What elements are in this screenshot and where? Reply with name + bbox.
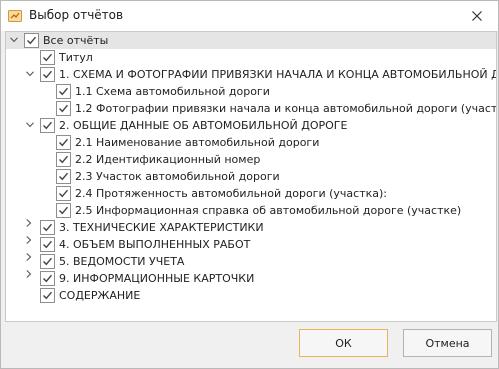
checkmark-icon [43,70,53,79]
tree-item-checkbox[interactable] [40,118,55,133]
chevron-right-icon[interactable] [24,219,36,236]
tree-item-label: 1.1 Схема автомобильной дороги [75,85,270,98]
tree-item-label: 1.2 Фотографии привязки начала и конца а… [75,102,497,115]
checkmark-icon [59,189,69,198]
tree-item[interactable]: СОДЕРЖАНИЕ [6,287,496,304]
tree-item-checkbox[interactable] [56,186,71,201]
checkmark-icon [43,223,53,232]
tree-item-label: 2.4 Протяженность автомобильной дороги (… [75,187,387,200]
tree-item[interactable]: 1. СХЕМА И ФОТОГРАФИИ ПРИВЯЗКИ НАЧАЛА И … [6,66,496,83]
title-bar: Выбор отчётов [1,1,498,31]
tree-item[interactable]: 5. ВЕДОМОСТИ УЧЕТА [6,253,496,270]
close-button[interactable] [459,2,495,30]
window-title: Выбор отчётов [29,8,124,22]
checkmark-icon [59,155,69,164]
tree-item-label: СОДЕРЖАНИЕ [59,289,141,302]
tree-item[interactable]: Все отчёты [6,32,496,49]
tree-item[interactable]: 9. ИНФОРМАЦИОННЫЕ КАРТОЧКИ [6,270,496,287]
tree-item[interactable]: 2.3 Участок автомобильной дороги [6,168,496,185]
tree-item[interactable]: Титул [6,49,496,66]
reports-tree[interactable]: Все отчёты Титул 1. СХЕМА И ФОТОГРАФИИ ПРИ… [5,31,497,322]
close-icon [472,11,482,21]
checkmark-icon [43,257,53,266]
tree-item-checkbox[interactable] [40,67,55,82]
tree-item[interactable]: 1.2 Фотографии привязки начала и конца а… [6,100,496,117]
tree-item[interactable]: 3. ТЕХНИЧЕСКИЕ ХАРАКТЕРИСТИКИ [6,219,496,236]
tree-item-checkbox[interactable] [40,254,55,269]
tree-item-label: Все отчёты [43,34,109,47]
tree-item[interactable]: 2.2 Идентификационный номер [6,151,496,168]
tree-item-checkbox[interactable] [56,135,71,150]
report-folder-icon [8,9,22,23]
tree-item[interactable]: 2. ОБЩИЕ ДАННЫЕ ОБ АВТОМОБИЛЬНОЙ ДОРОГЕ [6,117,496,134]
tree-item-checkbox[interactable] [40,50,55,65]
tree-item-checkbox[interactable] [56,101,71,116]
checkmark-icon [59,138,69,147]
tree-item-label: 2.5 Информационная справка об автомобиль… [75,204,462,217]
tree-item[interactable]: 4. ОБЪЕМ ВЫПОЛНЕННЫХ РАБОТ [6,236,496,253]
tree-item-label: 2. ОБЩИЕ ДАННЫЕ ОБ АВТОМОБИЛЬНОЙ ДОРОГЕ [59,119,348,132]
checkmark-icon [43,274,53,283]
tree-item-label: 4. ОБЪЕМ ВЫПОЛНЕННЫХ РАБОТ [59,238,251,251]
checkmark-icon [43,240,53,249]
checkmark-icon [43,121,53,130]
checkmark-icon [59,104,69,113]
tree-item-label: 5. ВЕДОМОСТИ УЧЕТА [59,255,185,268]
chevron-right-icon[interactable] [24,236,36,253]
tree-item-label: Титул [59,51,93,64]
tree-item-checkbox[interactable] [40,271,55,286]
tree-item[interactable]: 1.1 Схема автомобильной дороги [6,83,496,100]
tree-item-checkbox[interactable] [56,169,71,184]
chevron-down-icon[interactable] [24,66,36,83]
tree-item-checkbox[interactable] [40,220,55,235]
report-selection-dialog: Выбор отчётов Все отчёты Титул 1. СХЕМА И … [0,0,499,369]
checkmark-icon [43,291,53,300]
tree-item-label: 9. ИНФОРМАЦИОННЫЕ КАРТОЧКИ [59,272,255,285]
tree-item-label: 2.3 Участок автомобильной дороги [75,170,280,183]
tree-item-checkbox[interactable] [56,152,71,167]
tree-item-checkbox[interactable] [40,237,55,252]
tree-item-checkbox[interactable] [24,33,39,48]
checkmark-icon [59,172,69,181]
checkmark-icon [43,53,53,62]
tree-item-label: 2.1 Наименование автомобильной дороги [75,136,320,149]
tree-item[interactable]: 2.1 Наименование автомобильной дороги [6,134,496,151]
chevron-down-icon[interactable] [24,117,36,134]
tree-item-label: 2.2 Идентификационный номер [75,153,261,166]
tree-item[interactable]: 2.4 Протяженность автомобильной дороги (… [6,185,496,202]
tree-item-label: 3. ТЕХНИЧЕСКИЕ ХАРАКТЕРИСТИКИ [59,221,264,234]
chevron-right-icon[interactable] [24,253,36,270]
chevron-down-icon[interactable] [8,32,20,49]
checkmark-icon [59,206,69,215]
checkmark-icon [59,87,69,96]
cancel-button[interactable]: Отмена [403,329,492,357]
checkmark-icon [27,36,37,45]
tree-item[interactable]: 2.5 Информационная справка об автомобиль… [6,202,496,219]
tree-item-checkbox[interactable] [40,288,55,303]
chevron-right-icon[interactable] [24,270,36,287]
tree-item-label: 1. СХЕМА И ФОТОГРАФИИ ПРИВЯЗКИ НАЧАЛА И … [59,68,497,81]
ok-button[interactable]: ОК [299,329,388,357]
tree-item-checkbox[interactable] [56,84,71,99]
tree-item-checkbox[interactable] [56,203,71,218]
